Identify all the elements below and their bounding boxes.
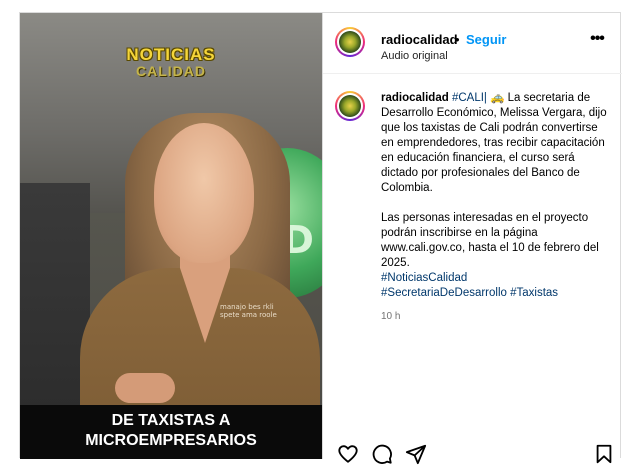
post-frame: AD manajo bes rkli spete ama roole NOTIC…	[19, 12, 622, 465]
comment-icon[interactable]	[371, 443, 393, 465]
follow-button[interactable]: Seguir	[466, 32, 506, 47]
caption-avatar-ring-inner	[337, 93, 363, 119]
share-icon[interactable]	[405, 443, 427, 465]
header-separator: •	[455, 32, 460, 47]
hashtag-taxistas[interactable]: #Taxistas	[510, 287, 558, 299]
username-link[interactable]: radiocalidad	[381, 32, 458, 47]
video-logo: NOTICIAS CALIDAD	[20, 45, 322, 79]
avatar-ring-inner	[337, 29, 363, 55]
video-caption-line2: MICROEMPRESARIOS	[85, 432, 257, 449]
video-caption: DE TAXISTAS A MICROEMPRESARIOS	[20, 405, 322, 459]
post-header: radiocalidad • Seguir Audio original •••	[323, 13, 622, 74]
caption-text: radiocalidad #CALI| 🚕 La secretaria de D…	[381, 91, 613, 324]
presenter-face	[154, 123, 254, 263]
taxi-emoji: 🚕	[490, 92, 505, 104]
caption-paragraph2: Las personas interesadas en el proyecto …	[381, 212, 599, 269]
caption-avatar-image	[339, 95, 361, 117]
video-logo-line2: CALIDAD	[136, 63, 206, 79]
caption-paragraph1: La secretaria de Desarrollo Económico, M…	[381, 92, 607, 194]
caption-author[interactable]: radiocalidad	[381, 92, 449, 104]
avatar-image	[339, 31, 361, 53]
post-timestamp[interactable]: 10 h	[381, 309, 613, 324]
bookmark-icon[interactable]	[593, 443, 615, 465]
video-logo-line1: NOTICIAS	[126, 45, 216, 64]
post-actions	[335, 443, 617, 465]
hashtag-secretariadedesarrollo[interactable]: #SecretariaDeDesarrollo	[381, 287, 507, 299]
caption-avatar[interactable]	[335, 91, 365, 121]
video-caption-line1: DE TAXISTAS A	[111, 412, 231, 429]
heart-icon[interactable]	[337, 443, 359, 465]
more-options-icon[interactable]: •••	[587, 31, 607, 47]
sweater-print: manajo bes rkli spete ama roole	[220, 303, 277, 319]
reel-video[interactable]: AD manajo bes rkli spete ama roole NOTIC…	[20, 13, 322, 459]
hashtag-noticiascalidad[interactable]: #NoticiasCalidad	[381, 272, 467, 284]
avatar[interactable]	[335, 27, 365, 57]
audio-link[interactable]: Audio original	[381, 50, 448, 62]
hashtag-cali[interactable]: #CALI|	[452, 92, 487, 104]
post-panel: radiocalidad • Seguir Audio original •••…	[322, 13, 622, 465]
presenter-hand	[115, 373, 175, 403]
